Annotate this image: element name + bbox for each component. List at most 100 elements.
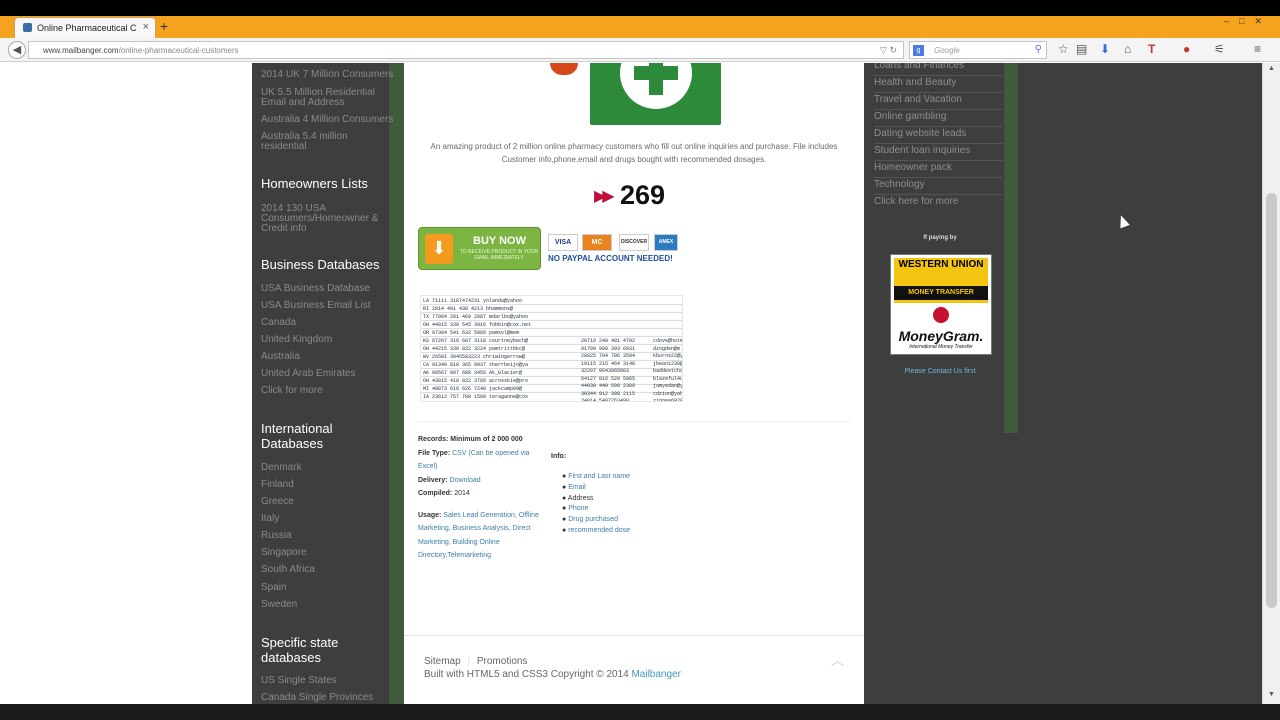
sidebar-link-australia-4m[interactable]: Australia 4 Million Consumers: [261, 115, 393, 125]
sidebar-link-spain[interactable]: Spain: [261, 583, 389, 593]
sidebar-link-uk-5m[interactable]: UK 5.5 Million Residential Email and Add…: [261, 88, 389, 108]
search-placeholder: Google: [934, 46, 960, 55]
pharmacy-cross-image: [590, 63, 721, 125]
right-link-health[interactable]: Health and Beauty: [874, 76, 1002, 93]
browser-tab[interactable]: Online Pharmaceutical Cus... ×: [14, 17, 156, 38]
sidebar-link-singapore[interactable]: Singapore: [261, 548, 389, 558]
right-link-travel[interactable]: Travel and Vacation: [874, 93, 1002, 110]
plus-icon: [620, 63, 692, 109]
right-link-more[interactable]: Click here for more: [874, 195, 1002, 212]
payment-logos: WESTERN UNION MONEY TRANSFER MoneyGram. …: [890, 254, 992, 355]
navigation-bar: ◀ www.mailbanger.com/online-pharmaceutic…: [0, 38, 1280, 62]
sidebar-link-uk[interactable]: United Kingdom: [261, 335, 389, 345]
right-sidebar-edge: [1004, 63, 1018, 433]
scroll-down-icon[interactable]: ▼: [1268, 691, 1275, 698]
visa-icon: VISA: [548, 234, 578, 251]
window-controls[interactable]: –□✕: [1224, 16, 1272, 27]
main-content: An amazing product of 2 million online p…: [404, 63, 864, 704]
download-icon[interactable]: ⬇: [1100, 42, 1110, 56]
sidebar-link-sweden[interactable]: Sweden: [261, 600, 389, 610]
info-label: Info:: [551, 453, 567, 460]
sidebar-link-usa-business-email[interactable]: USA Business Email List: [261, 301, 389, 311]
info-item: ● First and Last name: [562, 473, 631, 480]
search-icon[interactable]: ⚲: [1035, 44, 1042, 55]
sidebar-link-finland[interactable]: Finland: [261, 480, 389, 490]
sidebar-link-italy[interactable]: Italy: [261, 514, 389, 524]
scroll-top-chevron-icon[interactable]: ︿: [831, 650, 844, 669]
scrollbar-thumb[interactable]: [1266, 193, 1277, 608]
sidebar-link-australia[interactable]: Australia: [261, 352, 389, 362]
sidebar-link-us-states[interactable]: US Single States: [261, 676, 389, 686]
google-icon: g: [913, 45, 924, 56]
scroll-up-icon[interactable]: ▲: [1268, 65, 1275, 72]
bookmarks-list-icon[interactable]: ▤: [1076, 42, 1087, 56]
contact-link[interactable]: Please Contact Us first: [874, 368, 1006, 375]
no-paypal-note: NO PAYPAL ACCOUNT NEEDED!: [548, 254, 673, 263]
bookmark-star-icon[interactable]: ☆: [1058, 42, 1069, 56]
sidebar-link-south-africa[interactable]: South Africa: [261, 565, 389, 575]
left-sidebar-edge: [389, 63, 404, 704]
right-link-loans[interactable]: Loans and Finances: [874, 63, 1002, 76]
sidebar-link-russia[interactable]: Russia: [261, 531, 389, 541]
homeowners-heading: Homeowners Lists: [261, 176, 368, 191]
moneygram-logo: MoneyGram. International Money Transfer: [891, 307, 991, 350]
business-heading: Business Databases: [261, 257, 380, 272]
right-link-dating[interactable]: Dating website leads: [874, 127, 1002, 144]
search-input[interactable]: g Google ⚲: [909, 41, 1047, 59]
right-link-student-loan[interactable]: Student loan inquiries: [874, 144, 1002, 161]
amex-icon: AMEX: [654, 234, 678, 251]
outer-background: [1018, 63, 1262, 704]
sidebar-link-denmark[interactable]: Denmark: [261, 463, 389, 473]
url-host: www.mailbanger.com: [43, 46, 119, 55]
international-heading: International Databases: [261, 421, 333, 451]
sidebar-link-usa-business[interactable]: USA Business Database: [261, 284, 389, 294]
delivery-value: Download: [449, 476, 481, 484]
sidebar-link-uae[interactable]: United Arab Emirates: [261, 369, 389, 379]
tools-icon[interactable]: ⚟: [1214, 42, 1225, 56]
scrollbar[interactable]: ▲ ▼: [1262, 63, 1280, 704]
state-heading: Specific state databases: [261, 635, 339, 665]
screen-top-bar: [0, 0, 1280, 16]
double-arrow-icon: ▶▶: [594, 188, 615, 205]
right-link-homeowner[interactable]: Homeowner pack: [874, 161, 1002, 178]
price-value: 269: [620, 180, 666, 210]
buy-now-label: BUY NOW: [473, 235, 526, 247]
info-item: ● Drug purchased: [562, 516, 618, 524]
tab-close-icon[interactable]: ×: [143, 21, 149, 33]
right-link-technology[interactable]: Technology: [874, 178, 1002, 195]
url-bar[interactable]: www.mailbanger.com/online-pharmaceutical…: [28, 41, 904, 59]
adblock-icon[interactable]: ●: [1183, 42, 1190, 56]
back-arrow-icon[interactable]: ◀: [8, 41, 26, 59]
sidebar-link-canada-provinces[interactable]: Canada Single Provinces: [261, 693, 389, 703]
sidebar-link-canada[interactable]: Canada: [261, 318, 389, 328]
t-extension-icon[interactable]: T: [1148, 42, 1155, 56]
buy-now-button[interactable]: ⬇ BUY NOW TO RECEIVE PRODUCT IN YOUR EMA…: [418, 227, 541, 270]
brand-link[interactable]: Mailbanger: [631, 669, 680, 680]
sitemap-link[interactable]: Sitemap: [424, 656, 461, 667]
favicon-icon: [23, 23, 32, 32]
copyright: Built with HTML5 and CSS3 Copyright © 20…: [424, 669, 681, 680]
home-icon[interactable]: ⌂: [1124, 42, 1131, 56]
sidebar-link-uk-7m[interactable]: 2014 UK 7 Million Consumers: [261, 70, 393, 80]
info-item: ● Phone: [562, 505, 589, 513]
browser-tab-bar: [0, 16, 1280, 38]
info-item: ● recommended dose: [562, 526, 631, 534]
info-item: ● Email: [562, 483, 586, 491]
sidebar-link-homeowners[interactable]: 2014 130 USA Consumers/Homeowner & Credi…: [261, 204, 383, 234]
reload-icon[interactable]: ▽ ↻: [880, 45, 897, 56]
web-page: 2014 UK 7 Million Consumers UK 5.5 Milli…: [0, 63, 1262, 704]
info-list: ● First and Last name ● Email ● Address …: [562, 472, 702, 537]
right-link-gambling[interactable]: Online gambling: [874, 110, 1002, 127]
promotions-link[interactable]: Promotions: [477, 656, 528, 667]
sidebar-link-australia-5m[interactable]: Australia 5.4 million residential: [261, 132, 389, 152]
sidebar-link-business-more[interactable]: Click for more: [261, 386, 389, 396]
menu-icon[interactable]: ≡: [1254, 42, 1261, 56]
right-sidebar-lower: [1004, 433, 1018, 704]
records-label: Records: Minimum of 2 000 000: [418, 436, 523, 443]
western-union-logo: WESTERN UNION MONEY TRANSFER: [894, 258, 988, 303]
product-specs: Records: Minimum of 2 000 000 File Type:…: [418, 433, 548, 563]
usage-label: Usage:: [418, 511, 442, 519]
sidebar-link-greece[interactable]: Greece: [261, 497, 389, 507]
new-tab-button[interactable]: +: [160, 18, 168, 34]
filetype-label: File Type:: [418, 449, 451, 457]
